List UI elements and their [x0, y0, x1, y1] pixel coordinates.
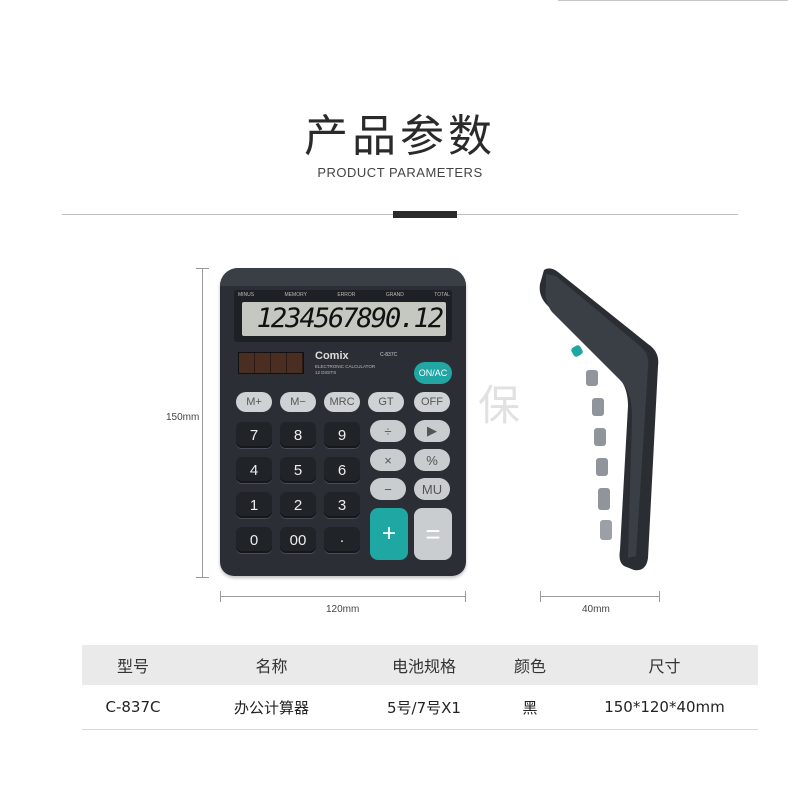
key-3[interactable]: 3 — [324, 492, 360, 518]
divide-button[interactable]: ÷ — [370, 420, 406, 442]
height-dimension-cap-bottom — [196, 577, 209, 578]
header-model: 型号 — [116, 657, 149, 676]
lcd-label-total: TOTAL — [434, 292, 450, 298]
gt-button[interactable]: GT — [368, 392, 404, 412]
width-dimension-cap-left — [220, 591, 221, 602]
calculator-front: MINUS MEMORY ERROR GRAND TOTAL 123456789… — [220, 268, 466, 576]
width-dimension-line — [220, 596, 466, 597]
off-button[interactable]: OFF — [414, 392, 450, 412]
calculator-top-edge — [220, 268, 466, 286]
equals-button[interactable]: = — [414, 508, 452, 560]
product-line-2: 12 DIGITS — [315, 370, 337, 375]
spec-table-header: 型号 名称 电池规格 颜色 尺寸 — [82, 645, 758, 685]
width-dimension-cap-right — [465, 591, 466, 602]
height-dimension-label: 150mm — [166, 412, 200, 423]
page-subtitle: PRODUCT PARAMETERS — [317, 165, 483, 180]
minus-button[interactable]: − — [370, 478, 406, 500]
watermark: 保 — [478, 381, 521, 430]
height-dimension-line — [202, 268, 203, 578]
header-battery: 电池规格 — [391, 657, 456, 676]
backspace-arrow-button[interactable]: ▶ — [414, 420, 450, 442]
key-0[interactable]: 0 — [236, 527, 272, 553]
model-label: C-837C — [380, 352, 398, 358]
calculator-side-view — [539, 268, 659, 571]
percent-button[interactable]: % — [414, 449, 450, 471]
brand-logo: Comix — [315, 350, 349, 362]
cell-model: C-837C — [105, 698, 161, 716]
product-line-label: ELECTRONIC CALCULATOR 12 DIGITS — [315, 364, 375, 376]
lcd-label-grand: GRAND — [385, 292, 404, 298]
mrc-button[interactable]: MRC — [324, 392, 360, 412]
lcd-display: 1234567890.12 — [242, 302, 446, 336]
depth-dimension-cap-right — [659, 591, 660, 602]
header-name: 名称 — [255, 657, 288, 676]
cell-color: 黑 — [522, 698, 538, 717]
solar-panel — [238, 352, 304, 374]
depth-dimension-cap-left — [540, 591, 541, 602]
cell-size: 150*120*40mm — [604, 698, 725, 716]
lcd-label-error: ERROR — [337, 292, 356, 298]
cell-battery: 5号/7号X1 — [387, 698, 461, 717]
table-row: C-837C 办公计算器 5号/7号X1 黑 150*120*40mm — [82, 685, 758, 730]
width-dimension-label: 120mm — [326, 604, 360, 615]
top-rule — [558, 0, 788, 1]
key-decimal[interactable]: · — [324, 527, 360, 553]
cell-name: 办公计算器 — [233, 698, 309, 717]
spec-table: 型号 名称 电池规格 颜色 尺寸 C-837C 办公计算器 5号/7号X1 黑 … — [82, 645, 758, 730]
key-9[interactable]: 9 — [324, 422, 360, 448]
header-color: 颜色 — [513, 657, 546, 676]
multiply-button[interactable]: × — [370, 449, 406, 471]
lcd-label-memory: MEMORY — [284, 292, 307, 298]
on-ac-button[interactable]: ON/AC — [414, 362, 452, 384]
key-4[interactable]: 4 — [236, 457, 272, 483]
m-plus-button[interactable]: M+ — [236, 392, 272, 412]
mu-button[interactable]: MU — [414, 478, 450, 500]
key-5[interactable]: 5 — [280, 457, 316, 483]
lcd-label-minus: MINUS — [238, 292, 255, 298]
header-size: 尺寸 — [648, 657, 681, 676]
page-title: 产品参数 — [304, 111, 496, 162]
divider-accent — [393, 211, 457, 218]
height-dimension-cap-top — [196, 268, 209, 269]
key-8[interactable]: 8 — [280, 422, 316, 448]
key-7[interactable]: 7 — [236, 422, 272, 448]
depth-dimension-label: 40mm — [582, 604, 610, 615]
key-1[interactable]: 1 — [236, 492, 272, 518]
key-00[interactable]: 00 — [280, 527, 316, 553]
key-6[interactable]: 6 — [324, 457, 360, 483]
m-minus-button[interactable]: M− — [280, 392, 316, 412]
lcd-indicator-labels: MINUS MEMORY ERROR GRAND TOTAL — [238, 292, 450, 300]
plus-button[interactable]: + — [370, 508, 408, 560]
depth-dimension-line — [540, 596, 660, 597]
key-2[interactable]: 2 — [280, 492, 316, 518]
